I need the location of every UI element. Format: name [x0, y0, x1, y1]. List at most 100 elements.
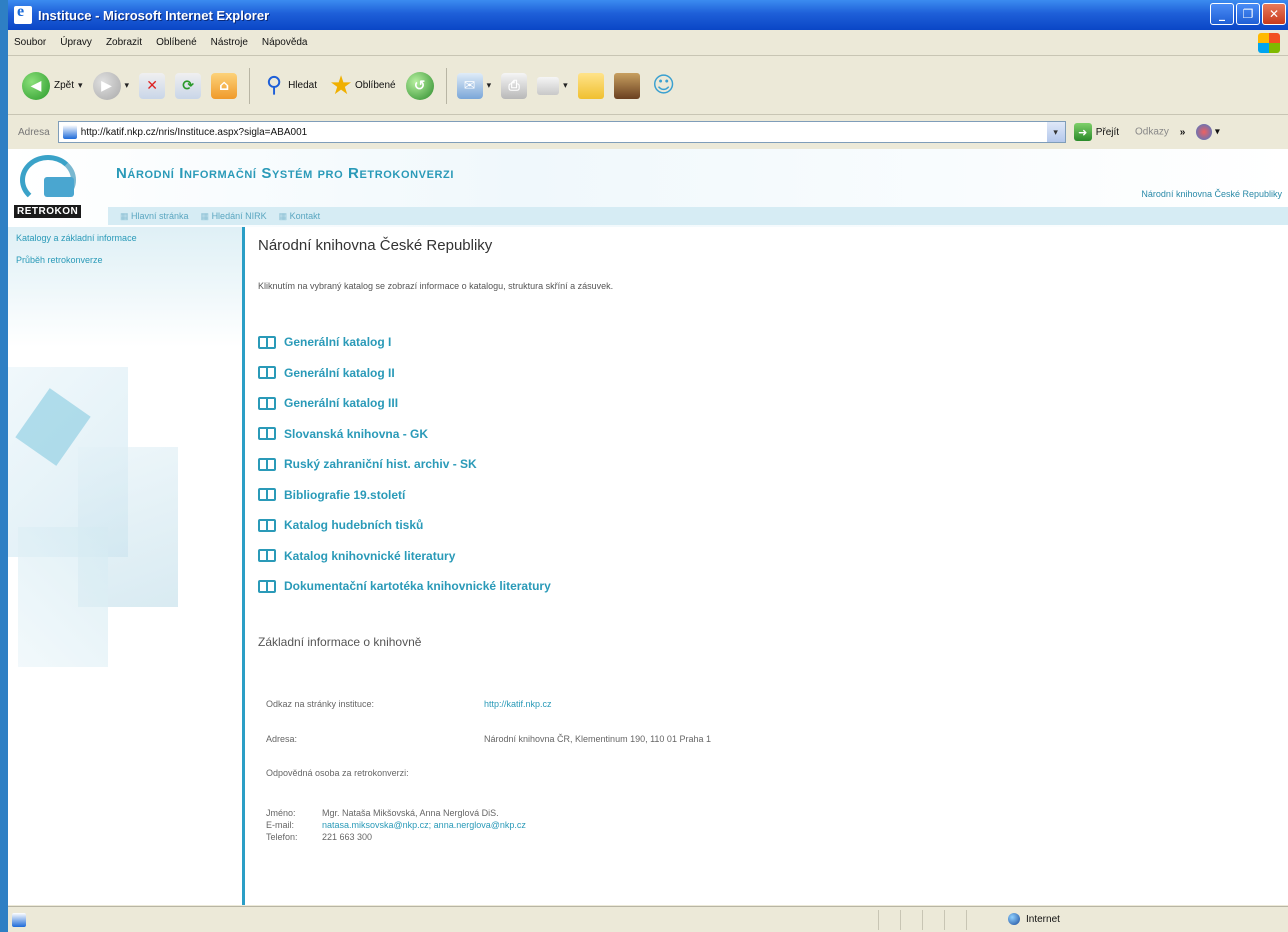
catalog-link[interactable]: Ruský zahraniční hist. archiv - SK — [258, 449, 551, 480]
windows-logo-icon — [1258, 33, 1280, 53]
book-icon — [258, 488, 276, 502]
catalog-link-label[interactable]: Bibliografie 19.století — [284, 488, 405, 502]
catalog-link[interactable]: Generální katalog III — [258, 388, 551, 419]
info-row-address: Adresa: Národní knihovna ČR, Klementinum… — [266, 734, 711, 744]
forward-icon: ▶ — [92, 71, 121, 100]
menu-view[interactable]: Zobrazit — [106, 37, 142, 48]
mail-icon: ✉ — [456, 72, 483, 99]
book-icon — [258, 366, 276, 380]
close-button[interactable]: ✕ — [1262, 3, 1286, 25]
back-dropdown-icon[interactable]: ▾ — [78, 80, 83, 91]
back-button[interactable]: ◀ Zpět ▾ — [22, 71, 83, 100]
research-button[interactable] — [613, 72, 640, 99]
title-bar: Instituce - Microsoft Internet Explorer … — [8, 0, 1288, 30]
book-icon — [258, 518, 276, 532]
catalog-link[interactable]: Bibliografie 19.století — [258, 480, 551, 511]
catalog-link[interactable]: Generální katalog II — [258, 358, 551, 389]
header-institution: Národní knihovna České Republiky — [1141, 189, 1282, 199]
search-button[interactable]: ⚲ Hledat — [260, 72, 317, 100]
print-button[interactable]: ⎙ — [501, 72, 528, 99]
sidebar-item-catalogs[interactable]: Katalogy a základní informace — [16, 233, 137, 243]
basic-info-heading: Základní informace o knihovně — [258, 635, 422, 649]
nav-home[interactable]: Hlavní stránka — [120, 211, 189, 222]
refresh-button[interactable]: ⟳ — [175, 72, 202, 99]
star-icon: ★ — [329, 70, 353, 101]
favorites-button[interactable]: ★ Oblíbené — [327, 70, 395, 101]
web-link[interactable]: http://katif.nkp.cz — [484, 699, 552, 709]
sidebar-item-progress[interactable]: Průběh retrokonverze — [16, 255, 103, 265]
toolbar-separator — [249, 67, 251, 104]
ie-icon — [14, 3, 32, 24]
catalog-link-label[interactable]: Generální katalog III — [284, 396, 398, 410]
email-link[interactable]: natasa.miksovska@nkp.cz; anna.nerglova@n… — [322, 819, 526, 831]
browser-window: Instituce - Microsoft Internet Explorer … — [8, 0, 1288, 932]
stop-button[interactable]: ✕ — [139, 72, 166, 99]
book-icon — [258, 335, 276, 349]
zone-label: Internet — [1026, 913, 1060, 925]
address-url[interactable]: http://katif.nkp.cz/nris/Instituce.aspx?… — [81, 127, 308, 138]
extension-icon[interactable] — [1196, 124, 1213, 140]
extension-dropdown-icon[interactable]: ▾ — [1215, 127, 1220, 138]
catalog-link-label[interactable]: Dokumentační kartotéka knihovnické liter… — [284, 579, 551, 593]
chevron-icon[interactable]: » — [1180, 127, 1186, 138]
menu-help[interactable]: Nápověda — [262, 37, 308, 48]
catalog-list: Generální katalog I Generální katalog II… — [258, 327, 551, 602]
book-icon — [258, 579, 276, 593]
address-field[interactable]: http://katif.nkp.cz/nris/Instituce.aspx?… — [57, 121, 1066, 143]
history-button[interactable]: ↺ — [405, 71, 434, 100]
security-zone[interactable]: Internet — [1008, 913, 1060, 925]
nav-contact[interactable]: Kontakt — [279, 211, 321, 222]
catalog-link[interactable]: Generální katalog I — [258, 327, 551, 358]
catalog-link[interactable]: Dokumentační kartotéka knihovnické liter… — [258, 571, 551, 602]
go-label: Přejít — [1095, 126, 1120, 138]
catalog-link[interactable]: Katalog hudebních tisků — [258, 510, 551, 541]
edit-dropdown-icon[interactable]: ▾ — [563, 80, 568, 91]
main-content: Národní knihovna České Republiky Kliknut… — [258, 227, 1278, 905]
status-cell — [944, 910, 966, 930]
responsible-label: Odpovědná osoba za retrokonverzi: — [266, 768, 409, 778]
name-label: Jméno: — [266, 808, 296, 818]
stop-icon: ✕ — [139, 72, 166, 99]
folder-button[interactable] — [577, 72, 604, 99]
address-dropdown-icon[interactable]: ▾ — [1046, 122, 1065, 142]
catalog-link-label[interactable]: Generální katalog I — [284, 335, 391, 349]
go-button[interactable]: ➜ Přejít — [1073, 123, 1120, 141]
maximize-button[interactable]: ❐ — [1236, 3, 1260, 25]
phone-value: 221 663 300 — [322, 832, 373, 842]
menu-edit[interactable]: Úpravy — [60, 37, 92, 48]
catalog-link[interactable]: Slovanská knihovna - GK — [258, 419, 551, 450]
catalog-link[interactable]: Katalog knihovnické literatury — [258, 541, 551, 572]
back-icon: ◀ — [22, 71, 50, 100]
retrokon-logo[interactable]: RETROKON — [14, 153, 106, 225]
catalog-link-label[interactable]: Katalog knihovnické literatury — [284, 549, 455, 563]
menu-tools[interactable]: Nástroje — [211, 37, 248, 48]
info-row-responsible: Odpovědná osoba za retrokonverzi: — [266, 768, 409, 778]
nav-search[interactable]: Hledání NIRK — [201, 211, 267, 222]
home-button[interactable]: ⌂ — [211, 72, 238, 99]
sidebar: Katalogy a základní informace Průběh ret… — [8, 227, 242, 905]
forward-dropdown-icon[interactable]: ▾ — [125, 80, 130, 91]
links-toolbar[interactable]: Odkazy » ▾ — [1135, 124, 1220, 140]
mail-dropdown-icon[interactable]: ▾ — [487, 80, 492, 91]
site-nav: Hlavní stránka Hledání NIRK Kontakt — [108, 207, 1288, 225]
edit-button[interactable]: ▾ — [537, 76, 568, 95]
refresh-icon: ⟳ — [175, 72, 202, 99]
catalog-link-label[interactable]: Katalog hudebních tisků — [284, 518, 423, 532]
address-bar: Adresa http://katif.nkp.cz/nris/Instituc… — [8, 116, 1288, 148]
menu-favorites[interactable]: Oblíbené — [156, 37, 197, 48]
menu-file[interactable]: Soubor — [14, 37, 46, 48]
address-info-value: Národní knihovna ČR, Klementinum 190, 11… — [484, 734, 711, 744]
status-bar: Internet — [8, 906, 1288, 932]
minimize-button[interactable]: _ — [1210, 3, 1234, 25]
catalog-link-label[interactable]: Ruský zahraniční hist. archiv - SK — [284, 457, 477, 471]
page-status-icon — [12, 912, 26, 927]
catalog-link-label[interactable]: Generální katalog II — [284, 366, 395, 380]
site-header: RETROKON Národní Informační Systém pro R… — [8, 149, 1288, 227]
catalog-link-label[interactable]: Slovanská knihovna - GK — [284, 427, 428, 441]
folder-icon — [577, 72, 604, 99]
messenger-button[interactable]: ☺ — [650, 72, 678, 100]
book-icon — [258, 427, 276, 441]
book-icon — [258, 549, 276, 563]
forward-button[interactable]: ▶ ▾ — [92, 71, 130, 100]
mail-button[interactable]: ✉ ▾ — [456, 72, 492, 99]
